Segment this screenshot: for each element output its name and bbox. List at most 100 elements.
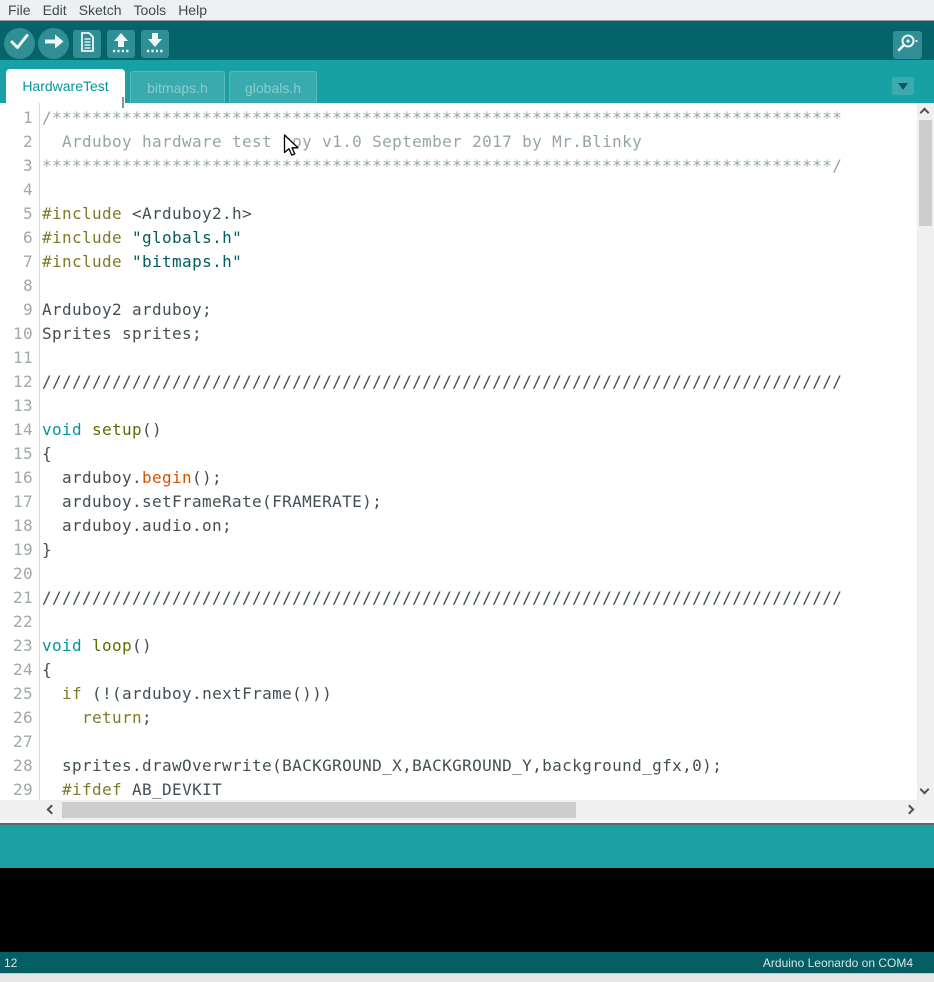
arrow-up-tray-icon xyxy=(107,28,135,61)
line-number: 2 xyxy=(0,130,33,154)
code-editor[interactable]: 1/**************************************… xyxy=(0,103,934,800)
line-number: 19 xyxy=(0,538,33,562)
code-line: 25 if (!(arduboy.nextFrame())) xyxy=(0,682,842,706)
tab-hardwaretest[interactable]: HardwareTest xyxy=(6,69,125,103)
tab-edge-caret xyxy=(122,97,124,108)
line-number: 27 xyxy=(0,730,33,754)
line-number: 26 xyxy=(0,706,33,730)
line-number: 22 xyxy=(0,610,33,634)
code-line: 9Arduboy2 arduboy; xyxy=(0,298,842,322)
line-number: 4 xyxy=(0,178,33,202)
line-number: 18 xyxy=(0,514,33,538)
console-output xyxy=(0,868,934,952)
horizontal-scrollbar[interactable] xyxy=(0,800,934,820)
code-line: 12//////////////////////////////////////… xyxy=(0,370,842,394)
line-number: 3 xyxy=(0,154,33,178)
status-bar: 12 Arduino Leonardo on COM4 xyxy=(0,952,934,973)
line-number: 20 xyxy=(0,562,33,586)
menu-help[interactable]: Help xyxy=(172,0,213,20)
code-line: 13 xyxy=(0,394,842,418)
line-number: 17 xyxy=(0,490,33,514)
horizontal-scrollbar-thumb[interactable] xyxy=(62,802,576,818)
line-number: 8 xyxy=(0,274,33,298)
line-number: 7 xyxy=(0,250,33,274)
line-number: 9 xyxy=(0,298,33,322)
code-line: 4 xyxy=(0,178,842,202)
mouse-cursor-icon xyxy=(283,134,300,163)
code-line: 27 xyxy=(0,730,842,754)
code-line: 6#include "globals.h" xyxy=(0,226,842,250)
status-board-port: Arduino Leonardo on COM4 xyxy=(763,956,913,970)
chevron-down-icon xyxy=(898,83,908,90)
open-button[interactable] xyxy=(107,30,135,58)
code-line: 3***************************************… xyxy=(0,154,842,178)
code-line: 21//////////////////////////////////////… xyxy=(0,586,842,610)
gutter-divider xyxy=(39,103,40,800)
arrow-down-tray-icon xyxy=(141,28,169,61)
line-number: 21 xyxy=(0,586,33,610)
code-line: 29 #ifdef AB_DEVKIT xyxy=(0,778,842,800)
code-line: 1/**************************************… xyxy=(0,106,842,130)
new-sketch-button[interactable] xyxy=(73,30,101,58)
code-line: 14void setup() xyxy=(0,418,842,442)
vertical-scrollbar-thumb[interactable] xyxy=(919,120,932,226)
menu-sketch[interactable]: Sketch xyxy=(73,0,128,20)
upload-button[interactable] xyxy=(38,28,69,59)
code-line: 17 arduboy.setFrameRate(FRAMERATE); xyxy=(0,490,842,514)
code-line: 2 Arduboy hardware test toy v1.0 Septemb… xyxy=(0,130,842,154)
menu-bar: FileEditSketchToolsHelp xyxy=(0,0,934,21)
code-line: 15{ xyxy=(0,442,842,466)
line-number: 11 xyxy=(0,346,33,370)
line-number: 16 xyxy=(0,466,33,490)
menu-edit[interactable]: Edit xyxy=(37,0,73,20)
tab-bar: HardwareTestbitmaps.hglobals.h xyxy=(0,60,934,103)
status-line-number: 12 xyxy=(4,956,17,970)
code-line: 26 return; xyxy=(0,706,842,730)
code-line: 8 xyxy=(0,274,842,298)
code-line: 28 sprites.drawOverwrite(BACKGROUND_X,BA… xyxy=(0,754,842,778)
code-line: 19} xyxy=(0,538,842,562)
line-number: 25 xyxy=(0,682,33,706)
line-number: 5 xyxy=(0,202,33,226)
tab-globals-h[interactable]: globals.h xyxy=(229,71,317,103)
menu-file[interactable]: File xyxy=(2,0,37,20)
vertical-scrollbar[interactable] xyxy=(917,103,934,800)
code-line: 11 xyxy=(0,346,842,370)
scroll-right-icon[interactable] xyxy=(905,805,915,815)
code-line: 23void loop() xyxy=(0,634,842,658)
serial-monitor-button[interactable] xyxy=(893,31,922,59)
code-line: 24{ xyxy=(0,658,842,682)
line-number: 28 xyxy=(0,754,33,778)
code-line: 16 arduboy.begin(); xyxy=(0,466,842,490)
code-line: 10Sprites sprites; xyxy=(0,322,842,346)
tab-bitmaps-h[interactable]: bitmaps.h xyxy=(130,71,225,103)
line-number: 12 xyxy=(0,370,33,394)
arduino-ide-window: FileEditSketchToolsHelp xyxy=(0,0,934,982)
scroll-left-icon[interactable] xyxy=(47,805,57,815)
line-number: 6 xyxy=(0,226,33,250)
arrow-right-icon xyxy=(38,26,69,62)
code-lines: 1/**************************************… xyxy=(0,106,842,800)
line-number: 24 xyxy=(0,658,33,682)
checkmark-icon xyxy=(4,26,35,62)
code-line: 18 arduboy.audio.on; xyxy=(0,514,842,538)
code-line: 7#include "bitmaps.h" xyxy=(0,250,842,274)
line-number: 14 xyxy=(0,418,33,442)
verify-button[interactable] xyxy=(4,28,35,59)
status-message-strip xyxy=(0,825,934,868)
tab-list-dropdown-button[interactable] xyxy=(892,77,914,95)
scroll-down-icon[interactable] xyxy=(920,785,930,795)
code-line: 5#include <Arduboy2.h> xyxy=(0,202,842,226)
line-number: 15 xyxy=(0,442,33,466)
line-number: 23 xyxy=(0,634,33,658)
save-button[interactable] xyxy=(141,30,169,58)
magnifier-icon xyxy=(893,29,922,62)
toolbar xyxy=(0,21,934,60)
scroll-up-icon[interactable] xyxy=(920,108,930,118)
line-number: 10 xyxy=(0,322,33,346)
document-icon xyxy=(73,28,101,61)
window-bottom-edge xyxy=(0,973,934,982)
line-number: 1 xyxy=(0,106,33,130)
line-number: 13 xyxy=(0,394,33,418)
menu-tools[interactable]: Tools xyxy=(128,0,173,20)
